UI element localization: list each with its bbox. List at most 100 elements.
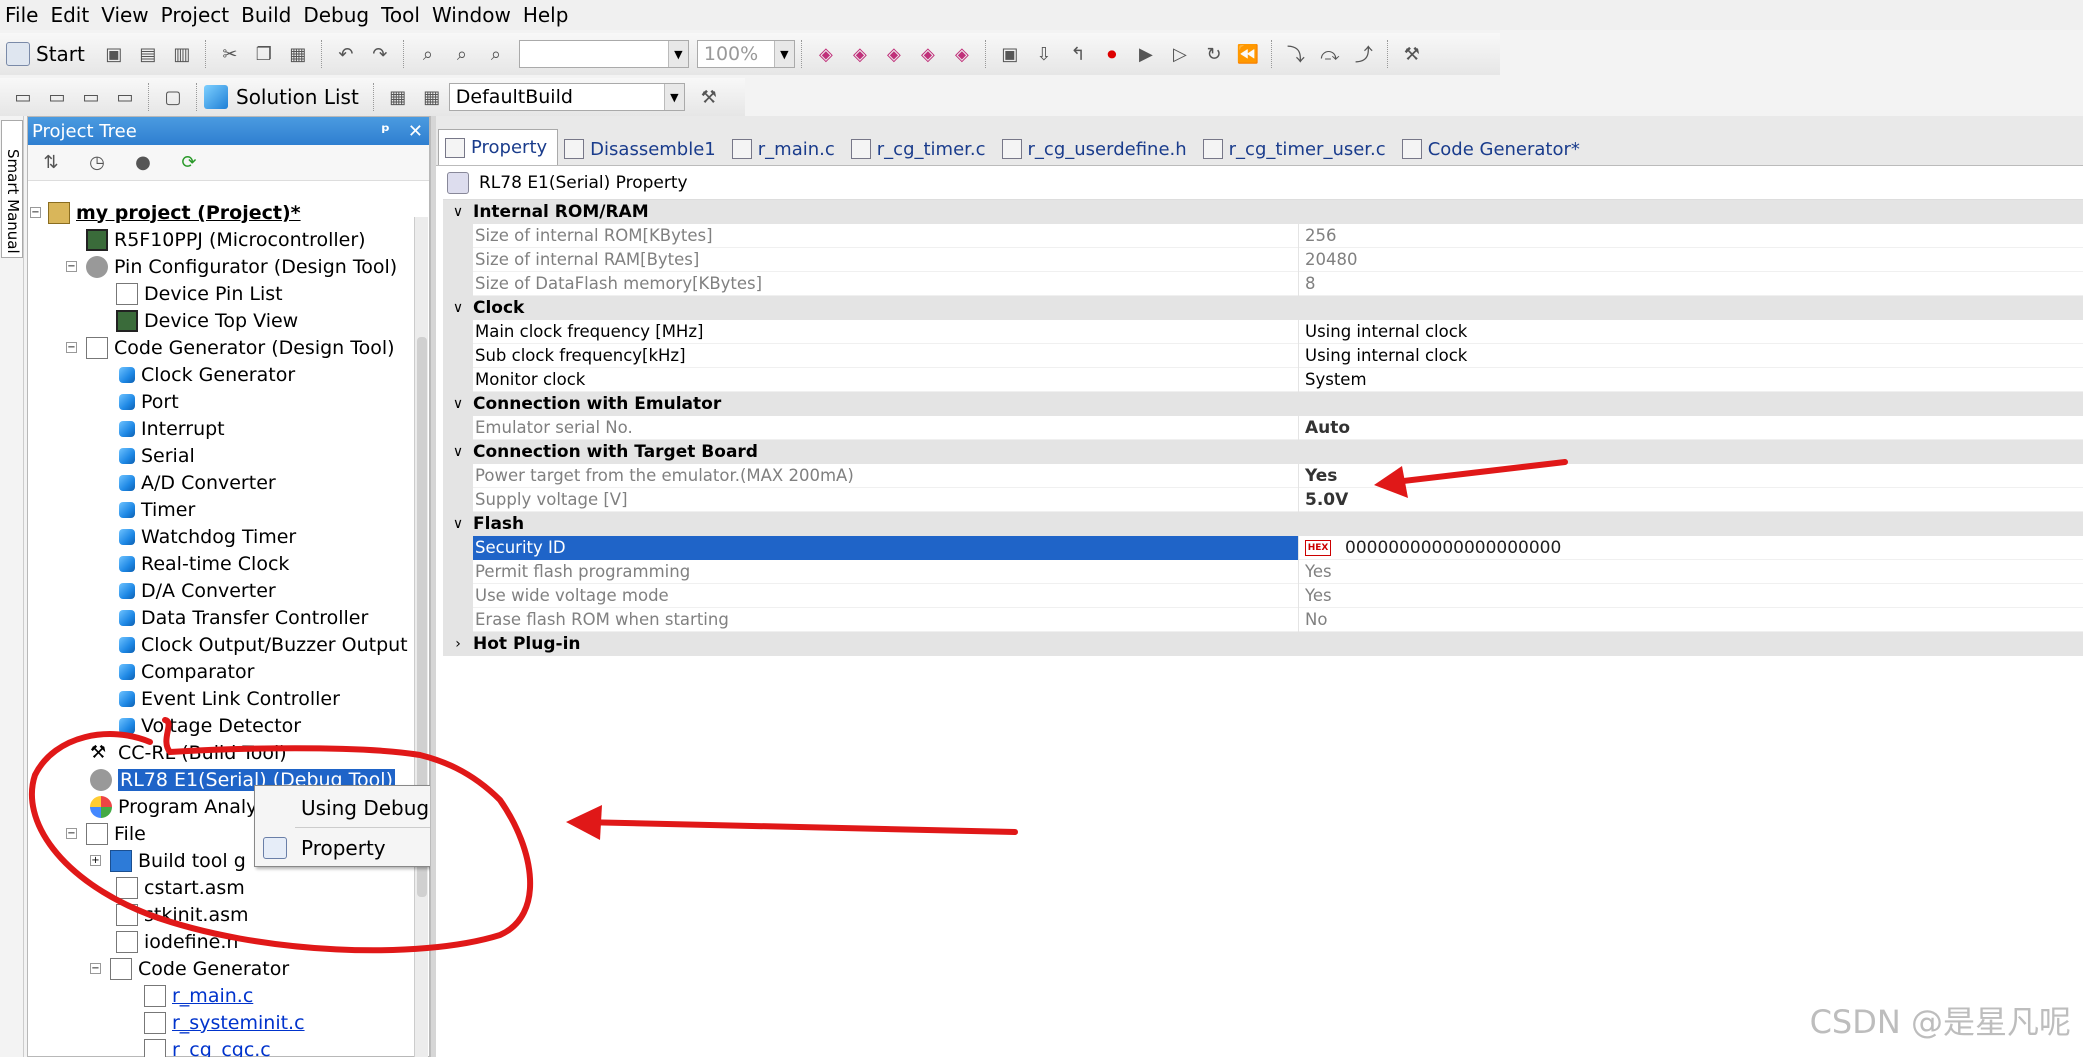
paste-icon[interactable]: ▦ [284, 40, 312, 68]
stop-icon[interactable]: ⏺ [1098, 40, 1126, 68]
tree-node-port[interactable]: Port [119, 388, 179, 415]
comment-prev-icon[interactable]: ▭ [111, 83, 139, 111]
tree-node-ad-converter[interactable]: A/D Converter [119, 469, 276, 496]
property-row[interactable]: Emulator serial No. Auto [443, 415, 2083, 440]
expand-icon[interactable]: + [90, 855, 101, 866]
property-row[interactable]: Size of DataFlash memory[KBytes] 8 [443, 271, 2083, 296]
restart-icon[interactable]: ↻ [1200, 40, 1228, 68]
category-clock[interactable]: ∨ Clock [443, 296, 2083, 320]
run-icon[interactable]: ▷ [1166, 40, 1194, 68]
tree-node-r-cg-cgc[interactable]: r_cg_cgc.c [144, 1036, 271, 1057]
menu-view[interactable]: View [98, 3, 157, 27]
clock-icon[interactable]: ◷ [83, 149, 111, 177]
comment-icon[interactable]: ▭ [43, 83, 71, 111]
tree-scrollbar[interactable] [414, 217, 428, 1057]
property-row[interactable]: Erase flash ROM when starting No [443, 607, 2083, 632]
tab-r-main[interactable]: r_main.c [726, 133, 845, 165]
bookmark-next-icon[interactable]: ◈ [846, 40, 874, 68]
property-row[interactable]: Use wide voltage mode Yes [443, 583, 2083, 608]
tree-node-build-tool[interactable]: ⚒ CC-RL (Build Tool) [90, 739, 287, 766]
bookmark-clear-icon[interactable]: ◈ [948, 40, 976, 68]
tree-node-microcontroller[interactable]: R5F10PPJ (Microcontroller) [86, 226, 366, 253]
tree-node-clock-generator[interactable]: Clock Generator [119, 361, 295, 388]
property-row[interactable]: Size of internal ROM[KBytes] 256 [443, 223, 2083, 248]
menu-tool[interactable]: Tool [378, 3, 429, 27]
tree-node-voltage-detector[interactable]: Voltage Detector [119, 712, 301, 739]
pin-icon[interactable]: ᵖ [381, 121, 390, 142]
property-row-power-target[interactable]: Power target from the emulator.(MAX 200m… [443, 463, 2083, 488]
menu-edit[interactable]: Edit [47, 3, 98, 27]
sort-icon[interactable]: ⇅ [37, 149, 65, 177]
collapse-icon[interactable]: − [30, 207, 41, 218]
comment-next-icon[interactable]: ▭ [77, 83, 105, 111]
find-prev-icon[interactable]: ⌕ [482, 40, 510, 68]
tree-node-pin-configurator[interactable]: − Pin Configurator (Design Tool) [66, 253, 397, 280]
window-icon[interactable]: ▭ [9, 83, 37, 111]
tab-r-cg-timer[interactable]: r_cg_timer.c [845, 133, 996, 165]
chart-icon[interactable]: ◈ [880, 40, 908, 68]
back-icon[interactable]: ⏪ [1234, 40, 1262, 68]
refresh-icon[interactable]: ⟳ [175, 149, 203, 177]
tree-node-watchdog-timer[interactable]: Watchdog Timer [119, 523, 296, 550]
tab-property[interactable]: Property [438, 129, 559, 165]
cut-icon[interactable]: ✂ [216, 40, 244, 68]
build-config-icon[interactable]: ▦ [384, 83, 412, 111]
bookmark-prev-icon[interactable]: ◈ [914, 40, 942, 68]
tree-node-da-converter[interactable]: D/A Converter [119, 577, 276, 604]
step-in-icon[interactable]: ⤵ [1282, 40, 1310, 68]
copy-icon[interactable]: ❐ [250, 40, 278, 68]
tree-node-program-analyzer[interactable]: Program Analyz [90, 793, 267, 820]
layout-icon[interactable]: ▢ [159, 83, 187, 111]
zoom-combo[interactable]: 100% ▼ [696, 40, 795, 68]
tree-node-file[interactable]: − File [66, 820, 146, 847]
menu-file[interactable]: File [2, 3, 47, 27]
tree-node-clock-output-buzzer[interactable]: Clock Output/Buzzer Output [119, 631, 408, 658]
tree-node-stkinit[interactable]: stkinit.asm [116, 901, 249, 928]
new-project-icon[interactable]: ▣ [100, 40, 128, 68]
tab-code-generator[interactable]: Code Generator* [1396, 133, 1590, 165]
property-row[interactable]: Main clock frequency [MHz] Using internal… [443, 319, 2083, 344]
go-icon[interactable]: ▶ [1132, 40, 1160, 68]
collapse-icon[interactable]: − [90, 963, 101, 974]
tree-node-build-tool-generated[interactable]: + Build tool g [90, 847, 246, 874]
build-config-combo[interactable]: DefaultBuild ▼ [448, 83, 685, 111]
category-flash[interactable]: ∨ Flash [443, 512, 2083, 536]
hammer-icon[interactable]: ⚒ [695, 83, 723, 111]
tab-r-cg-userdefine[interactable]: r_cg_userdefine.h [996, 133, 1197, 165]
property-row[interactable]: Size of internal RAM[Bytes] 20480 [443, 247, 2083, 272]
bookmark-icon[interactable]: ◈ [812, 40, 840, 68]
close-icon[interactable]: ✕ [408, 121, 423, 142]
tree-node-event-link-controller[interactable]: Event Link Controller [119, 685, 340, 712]
reset-icon[interactable]: ↰ [1064, 40, 1092, 68]
tree-node-data-transfer-controller[interactable]: Data Transfer Controller [119, 604, 368, 631]
tool-icon[interactable]: ⚒ [1398, 40, 1426, 68]
tree-node-code-generator-tool[interactable]: − Code Generator (Design Tool) [66, 334, 395, 361]
tree-node-comparator[interactable]: Comparator [119, 658, 254, 685]
menu-project[interactable]: Project [158, 3, 238, 27]
tree-node-real-time-clock[interactable]: Real-time Clock [119, 550, 289, 577]
tab-disassemble1[interactable]: Disassemble1 [558, 133, 726, 165]
tree-node-interrupt[interactable]: Interrupt [119, 415, 225, 442]
property-row[interactable]: Permit flash programming Yes [443, 559, 2083, 584]
save-all-icon[interactable]: ▥ [168, 40, 196, 68]
category-connection-target-board[interactable]: ∨ Connection with Target Board [443, 440, 2083, 464]
tree-node-device-top-view[interactable]: Device Top View [116, 307, 298, 334]
property-row-supply-voltage[interactable]: Supply voltage [V] 5.0V [443, 487, 2083, 512]
step-out-icon[interactable]: ⤴ [1350, 40, 1378, 68]
download-icon[interactable]: ⇩ [1030, 40, 1058, 68]
smart-manual-tab[interactable]: Smart Manual [1, 120, 23, 258]
tree-node-serial[interactable]: Serial [119, 442, 195, 469]
property-row[interactable]: Monitor clock System [443, 367, 2083, 392]
build-settings-icon[interactable]: ▦ [418, 83, 446, 111]
collapse-icon[interactable]: − [66, 828, 77, 839]
category-internal-rom-ram[interactable]: ∨ Internal ROM/RAM [443, 200, 2083, 224]
tree-node-r-systeminit[interactable]: r_systeminit.c [144, 1009, 305, 1036]
build-icon[interactable]: ▣ [996, 40, 1024, 68]
collapse-icon[interactable]: − [66, 261, 77, 272]
menu-build[interactable]: Build [238, 3, 300, 27]
menu-window[interactable]: Window [429, 3, 520, 27]
property-row[interactable]: Sub clock frequency[kHz] Using internal c… [443, 343, 2083, 368]
redo-icon[interactable]: ↷ [366, 40, 394, 68]
undo-icon[interactable]: ↶ [332, 40, 360, 68]
tree-node-timer[interactable]: Timer [119, 496, 195, 523]
